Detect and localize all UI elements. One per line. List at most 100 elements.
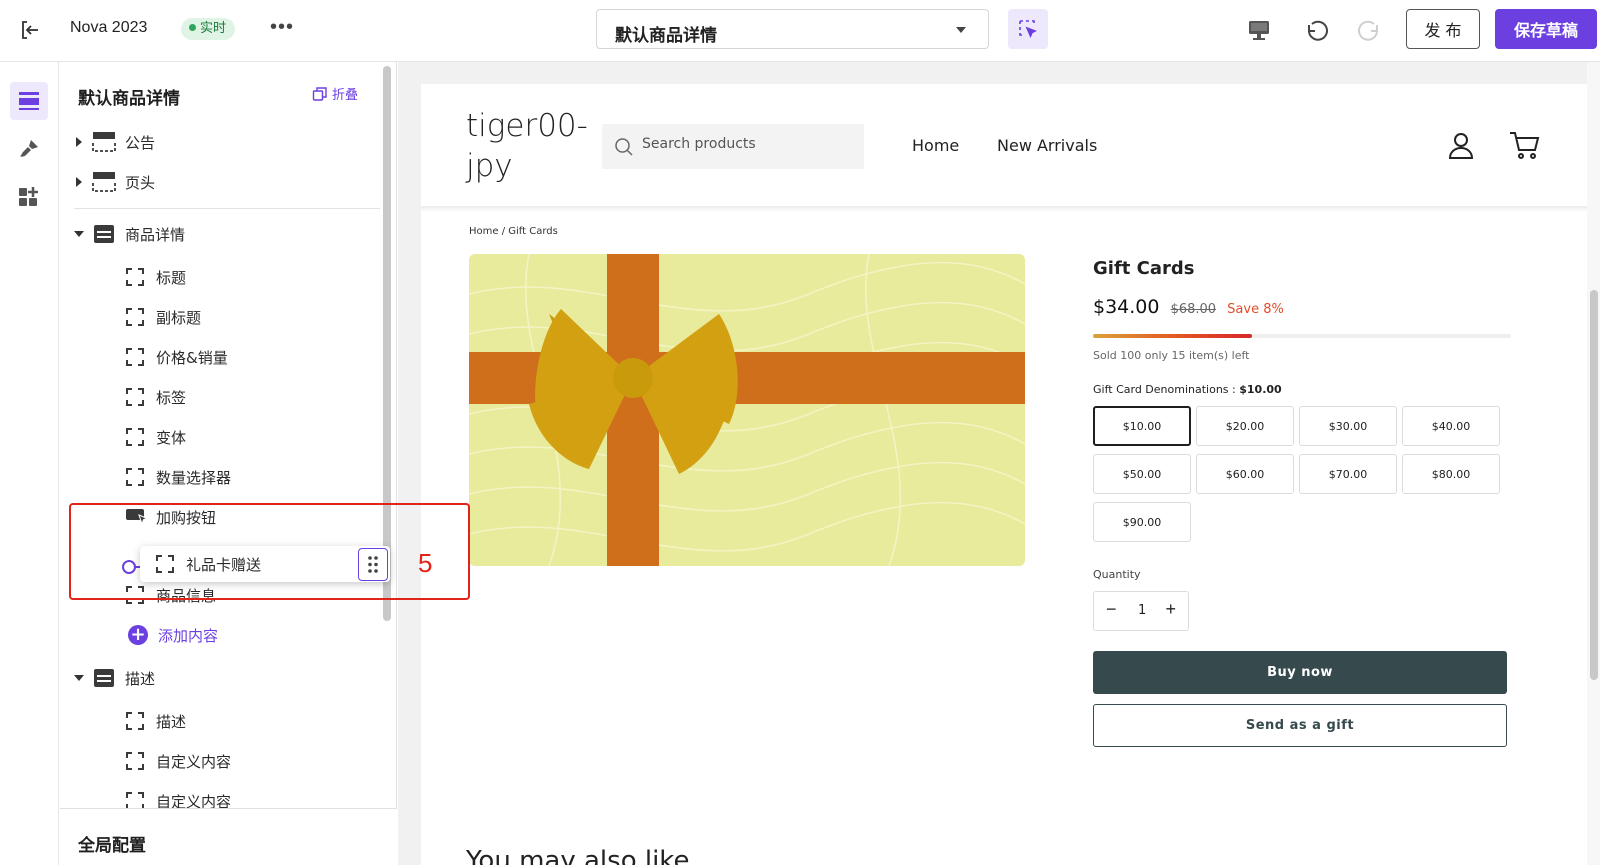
redo-icon[interactable]: [1356, 16, 1384, 44]
denomination-option[interactable]: $50.00: [1093, 454, 1191, 494]
page-template-select[interactable]: 默认商品详情: [596, 9, 989, 49]
stock-text: Sold 100 only 15 item(s) left: [1093, 349, 1250, 362]
nav-home-link[interactable]: Home: [912, 136, 959, 155]
section-dashed-icon: [92, 132, 116, 152]
selection-cursor-icon: [1019, 20, 1037, 39]
product-title: Gift Cards: [1093, 258, 1195, 279]
more-options-icon[interactable]: •••: [270, 16, 294, 39]
tree-section-announcement[interactable]: 公告: [60, 124, 380, 160]
cart-icon[interactable]: [1508, 130, 1540, 165]
chevron-right-icon[interactable]: [76, 177, 82, 187]
account-icon[interactable]: [1446, 130, 1476, 165]
store-search-box[interactable]: [602, 124, 864, 169]
breadcrumb[interactable]: Home / Gift Cards: [469, 226, 558, 237]
tree-block-custom-content[interactable]: 自定义内容: [60, 743, 380, 779]
tree-section-label: 公告: [125, 134, 156, 152]
tree-divider: [74, 208, 380, 209]
tree-block-price-sales[interactable]: 价格&销量: [60, 339, 380, 375]
global-config-section[interactable]: 全局配置: [60, 808, 397, 865]
denomination-option[interactable]: $60.00: [1196, 454, 1294, 494]
tree-section-description[interactable]: 描述: [60, 660, 380, 696]
tree-section-header[interactable]: 页头: [60, 164, 380, 200]
canvas-scrollbar[interactable]: [1587, 62, 1600, 865]
plus-icon[interactable]: +: [1165, 599, 1176, 620]
tree-block-quantity-selector[interactable]: 数量选择器: [60, 459, 380, 495]
denomination-option[interactable]: $20.00: [1196, 406, 1294, 446]
price-row: $34.00 $68.00 Save 8%: [1093, 296, 1284, 318]
desktop-view-icon[interactable]: [1245, 16, 1273, 44]
tree-block-label: 自定义内容: [156, 753, 232, 771]
product-section-icon: [94, 669, 114, 687]
denomination-option[interactable]: $70.00: [1299, 454, 1397, 494]
quantity-value[interactable]: 1: [1138, 603, 1146, 618]
chevron-down-icon[interactable]: [74, 231, 84, 237]
app-name: Nova 2023: [70, 19, 148, 36]
denomination-label-text: Gift Card Denominations :: [1093, 383, 1240, 396]
store-logo[interactable]: tiger00-jpy: [466, 106, 591, 186]
element-select-tool-button[interactable]: [1008, 9, 1048, 49]
tree-block-tags[interactable]: 标签: [60, 379, 380, 415]
denomination-option[interactable]: $30.00: [1299, 406, 1397, 446]
sections-icon: [19, 92, 39, 110]
stock-progress-bar: [1093, 334, 1511, 338]
live-badge-label: 实时: [200, 21, 227, 36]
rail-apps-button[interactable]: [10, 178, 48, 216]
denomination-option[interactable]: $90.00: [1093, 502, 1191, 542]
rail-sections-button[interactable]: [10, 82, 48, 120]
tree-block-variant[interactable]: 变体: [60, 419, 380, 455]
send-as-gift-button[interactable]: Send as a gift: [1093, 704, 1507, 747]
dragging-block-label: 礼品卡赠送: [186, 556, 262, 574]
dragging-block-gift-card[interactable]: 礼品卡赠送: [140, 546, 390, 582]
denomination-option[interactable]: $10.00: [1093, 406, 1191, 446]
current-price: $34.00: [1093, 296, 1160, 318]
tree-block-description[interactable]: 描述: [60, 703, 380, 739]
undo-icon[interactable]: [1302, 16, 1330, 44]
tree-section-product-detail[interactable]: 商品详情: [60, 216, 380, 252]
block-frame-icon: [126, 308, 144, 326]
exit-icon[interactable]: [18, 18, 42, 42]
tree-block-subtitle[interactable]: 副标题: [60, 299, 380, 335]
drag-handle[interactable]: [358, 548, 388, 581]
nav-new-arrivals-link[interactable]: New Arrivals: [997, 136, 1097, 155]
tree-block-label: 副标题: [156, 309, 202, 327]
also-like-heading: You may also like: [466, 846, 690, 865]
product-section-icon: [94, 225, 114, 243]
chevron-down-icon[interactable]: [74, 675, 84, 681]
save-draft-button[interactable]: 保存草稿: [1495, 9, 1597, 49]
top-bar: Nova 2023 实时 ••• 默认商品详情 发 布 保存草稿: [0, 0, 1600, 62]
block-frame-icon: [126, 268, 144, 286]
add-content-button[interactable]: + 添加内容: [60, 617, 380, 653]
denomination-selected-value: $10.00: [1239, 383, 1282, 396]
apps-icon: [19, 187, 38, 206]
block-frame-icon: [156, 555, 174, 573]
minus-icon[interactable]: −: [1106, 599, 1117, 620]
original-price: $68.00: [1170, 302, 1217, 317]
tree-block-title[interactable]: 标题: [60, 259, 380, 295]
denomination-option[interactable]: $40.00: [1402, 406, 1500, 446]
block-frame-icon: [126, 428, 144, 446]
block-frame-icon: [126, 752, 144, 770]
collapse-label: 折叠: [332, 88, 359, 103]
tree-section-label: 商品详情: [125, 226, 186, 244]
denomination-option[interactable]: $80.00: [1402, 454, 1500, 494]
tree-block-label: 变体: [156, 429, 187, 447]
section-tree-panel: 默认商品详情 折叠 公告 页头 商品详情 标题 副标题 价格&销量 标签 变体: [60, 62, 397, 865]
quantity-label: Quantity: [1093, 568, 1141, 581]
chevron-right-icon[interactable]: [76, 137, 82, 147]
stock-progress-fill: [1093, 334, 1252, 338]
store-search-input[interactable]: [642, 136, 852, 152]
header-divider: [421, 206, 1587, 212]
collapse-all-button[interactable]: 折叠: [312, 84, 358, 103]
block-frame-icon: [126, 468, 144, 486]
global-config-label: 全局配置: [78, 836, 146, 856]
canvas-scrollbar-thumb[interactable]: [1590, 290, 1598, 680]
paint-brush-icon: [20, 140, 38, 157]
left-rail: [0, 62, 59, 865]
buy-now-button[interactable]: Buy now: [1093, 651, 1507, 694]
rail-theme-button[interactable]: [10, 130, 48, 168]
tree-block-label: 描述: [156, 713, 187, 731]
live-status-badge: 实时: [181, 18, 236, 40]
publish-button[interactable]: 发 布: [1406, 9, 1480, 49]
collapse-icon: [312, 87, 327, 101]
tree-section-label: 页头: [125, 174, 156, 192]
